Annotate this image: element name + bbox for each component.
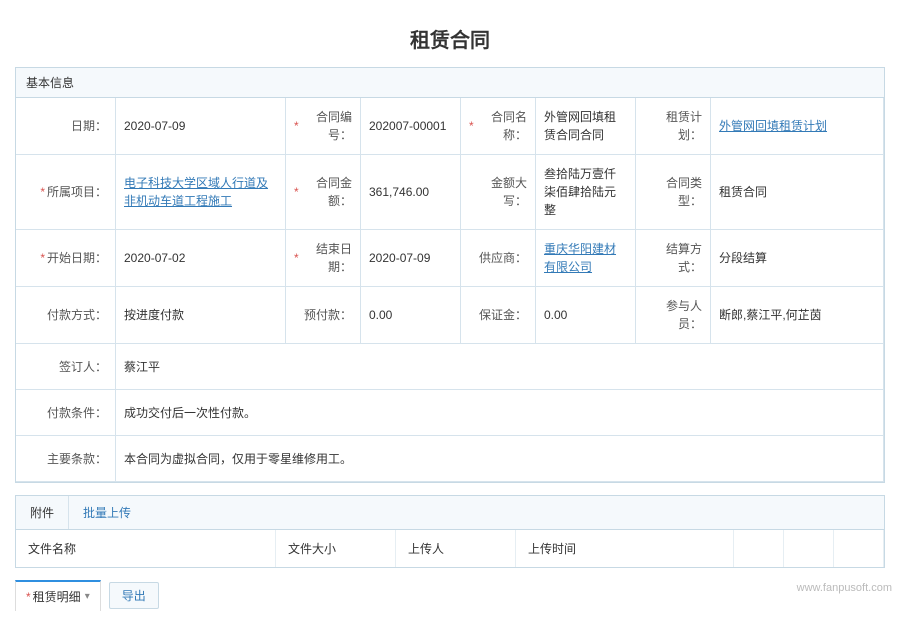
col-upload-time: 上传时间 xyxy=(516,530,734,567)
attachments-tabs: 附件 批量上传 xyxy=(16,496,884,530)
label-contract-type: 合同类型： xyxy=(636,155,711,230)
value-project: 电子科技大学区域人行道及非机动车道工程施工 xyxy=(116,155,286,230)
value-date: 2020-07-09 xyxy=(116,98,286,155)
label-supplier: 供应商： xyxy=(461,230,536,287)
value-amount: 361,746.00 xyxy=(361,155,461,230)
lease-plan-link[interactable]: 外管网回填租赁计划 xyxy=(719,117,827,135)
label-start-date: *开始日期： xyxy=(16,230,116,287)
tab-lease-detail[interactable]: * 租赁明细 ▾ xyxy=(15,580,101,611)
batch-upload-link[interactable]: 批量上传 xyxy=(68,496,145,529)
label-contract-no: *合同编号： xyxy=(286,98,361,155)
value-participants: 断郎,蔡江平,何芷茵 xyxy=(711,287,884,344)
col-file-size: 文件大小 xyxy=(276,530,396,567)
supplier-link[interactable]: 重庆华阳建材有限公司 xyxy=(544,240,627,276)
col-uploader: 上传人 xyxy=(396,530,516,567)
attachments-table-header: 文件名称 文件大小 上传人 上传时间 xyxy=(16,530,884,567)
label-end-date: *结束日期： xyxy=(286,230,361,287)
value-contract-type: 租赁合同 xyxy=(711,155,884,230)
label-contract-name: *合同名称： xyxy=(461,98,536,155)
label-signer: 签订人： xyxy=(16,344,116,390)
label-pay-method: 付款方式： xyxy=(16,287,116,344)
value-pay-condition: 成功交付后一次性付款。 xyxy=(116,390,884,436)
label-prepay: 预付款： xyxy=(286,287,361,344)
value-pay-method: 按进度付款 xyxy=(116,287,286,344)
value-main-clause: 本合同为虚拟合同，仅用于零星维修用工。 xyxy=(116,436,884,482)
col-empty-2 xyxy=(784,530,834,567)
panel-header: 基本信息 xyxy=(16,68,884,98)
value-contract-no: 202007-00001 xyxy=(361,98,461,155)
basic-info-panel: 基本信息 日期： 2020-07-09 *合同编号： 202007-00001 … xyxy=(15,67,885,483)
label-date: 日期： xyxy=(16,98,116,155)
col-empty-1 xyxy=(734,530,784,567)
value-start-date: 2020-07-02 xyxy=(116,230,286,287)
label-amount: *合同金额： xyxy=(286,155,361,230)
tab-attachments[interactable]: 附件 xyxy=(16,496,68,529)
label-project: *所属项目： xyxy=(16,155,116,230)
col-file-name: 文件名称 xyxy=(16,530,276,567)
project-link[interactable]: 电子科技大学区域人行道及非机动车道工程施工 xyxy=(124,174,277,210)
col-empty-3 xyxy=(834,530,884,567)
info-grid: 日期： 2020-07-09 *合同编号： 202007-00001 *合同名称… xyxy=(16,98,884,482)
label-amount-cn: 金额大写： xyxy=(461,155,536,230)
value-lease-plan: 外管网回填租赁计划 xyxy=(711,98,884,155)
caret-down-icon: ▾ xyxy=(85,591,90,602)
tab-lease-detail-label: 租赁明细 xyxy=(33,588,81,605)
value-supplier: 重庆华阳建材有限公司 xyxy=(536,230,636,287)
label-deposit: 保证金： xyxy=(461,287,536,344)
label-pay-condition: 付款条件： xyxy=(16,390,116,436)
bottom-toolbar: * 租赁明细 ▾ 导出 xyxy=(15,580,885,611)
value-amount-cn: 叁拾陆万壹仟柒佰肆拾陆元整 xyxy=(536,155,636,230)
value-signer: 蔡江平 xyxy=(116,344,884,390)
export-button[interactable]: 导出 xyxy=(109,582,159,609)
attachments-panel: 附件 批量上传 文件名称 文件大小 上传人 上传时间 xyxy=(15,495,885,568)
label-participants: 参与人员： xyxy=(636,287,711,344)
value-end-date: 2020-07-09 xyxy=(361,230,461,287)
label-lease-plan: 租赁计划： xyxy=(636,98,711,155)
page-title: 租赁合同 xyxy=(15,10,885,67)
watermark: www.fanpusoft.com xyxy=(797,582,892,594)
required-star: * xyxy=(26,590,31,604)
label-main-clause: 主要条款： xyxy=(16,436,116,482)
value-settle-method: 分段结算 xyxy=(711,230,884,287)
value-prepay: 0.00 xyxy=(361,287,461,344)
label-settle-method: 结算方式： xyxy=(636,230,711,287)
value-deposit: 0.00 xyxy=(536,287,636,344)
value-contract-name: 外管网回填租赁合同合同 xyxy=(536,98,636,155)
